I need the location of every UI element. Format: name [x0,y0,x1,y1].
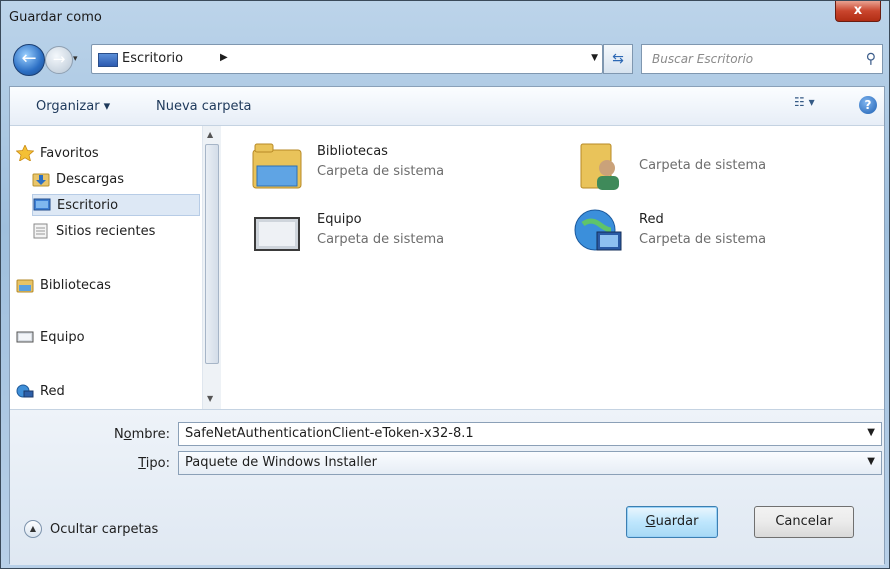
help-icon[interactable]: ? [859,96,877,114]
user-folder-icon [571,138,627,194]
list-item[interactable]: Bibliotecas Carpeta de sistema [249,138,549,198]
nav-item-label: Sitios recientes [56,223,156,239]
download-folder-icon [32,171,50,187]
save-as-dialog: Guardar como x ← → ▾ Escritorio ▶ ▼ ⇆ Bu… [0,0,890,569]
nav-item-libraries[interactable]: Bibliotecas [16,274,186,296]
list-item[interactable]: Red Carpeta de sistema [571,206,871,266]
list-item[interactable]: Equipo Carpeta de sistema [249,206,549,266]
address-bar[interactable]: Escritorio ▶ ▼ [91,44,603,74]
navigation-bar: ← → ▾ Escritorio ▶ ▼ ⇆ Buscar Escritorio… [9,42,883,84]
nav-item-computer[interactable]: Equipo [16,326,186,348]
hide-folders-button[interactable]: ▲ Ocultar carpetas [24,520,158,538]
item-description: Carpeta de sistema [317,164,445,179]
new-folder-button[interactable]: Nueva carpeta [156,99,252,114]
search-placeholder: Buscar Escritorio [652,52,754,66]
nav-item-downloads[interactable]: Descargas [32,168,192,190]
desktop-icon [98,53,118,67]
chevron-up-icon: ▲ [24,520,42,538]
organize-button[interactable]: Organizar ▾ [36,99,110,114]
nav-item-label: Red [40,383,65,399]
nav-item-network[interactable]: Red [16,380,186,402]
file-list: Bibliotecas Carpeta de sistema Carpeta d… [221,126,884,409]
desktop-icon [33,197,51,213]
nav-item-label: Escritorio [57,197,119,213]
nav-item-label: Bibliotecas [40,277,111,293]
item-name: Bibliotecas [317,144,388,159]
item-description: Carpeta de sistema [639,158,767,173]
save-options-panel: Nombre: SafeNetAuthenticationClient-eTok… [10,409,884,565]
item-description: Carpeta de sistema [317,232,445,247]
filetype-select[interactable]: Paquete de Windows Installer ▼ [178,451,882,475]
libraries-icon [249,138,305,194]
cancel-button[interactable]: Cancelar [754,506,854,538]
window-title: Guardar como [9,10,102,25]
history-dropdown-icon[interactable]: ▾ [73,54,78,64]
refresh-button[interactable]: ⇆ [603,44,633,74]
close-button[interactable]: x [835,1,881,22]
navigation-pane: Favoritos Descargas Escritorio Sitios re… [10,126,202,409]
item-name: Equipo [317,212,362,227]
item-name: Red [639,212,664,227]
nav-pane-scrollbar[interactable]: ▲ ▼ [202,126,221,409]
chevron-down-icon[interactable]: ▼ [867,456,875,467]
recent-places-icon [32,223,50,239]
back-button[interactable]: ← [13,44,45,76]
scroll-down-icon[interactable]: ▼ [207,394,213,403]
network-icon [571,206,627,262]
save-button[interactable]: Guardar [626,506,718,538]
hide-folders-label: Ocultar carpetas [50,521,159,537]
title-bar[interactable]: Guardar como x [1,1,889,35]
network-icon [16,383,34,399]
scroll-up-icon[interactable]: ▲ [207,130,213,139]
address-dropdown-icon[interactable]: ▼ [591,53,598,63]
star-icon [15,144,35,162]
scrollbar-thumb[interactable] [205,144,219,364]
chevron-down-icon[interactable]: ▼ [867,427,875,438]
filename-label: Nombre: [113,427,170,442]
nav-item-label: Descargas [56,171,125,187]
computer-icon [16,329,34,345]
view-options-icon[interactable]: ☷ ▾ [794,95,815,109]
address-location[interactable]: Escritorio [122,51,183,66]
filetype-value: Paquete de Windows Installer [185,455,377,470]
list-item[interactable]: Carpeta de sistema [571,138,871,198]
command-bar: Organizar ▾ Nueva carpeta ☷ ▾ ? [10,87,884,126]
search-input[interactable]: Buscar Escritorio ⚲ [641,44,883,74]
filetype-label: Tipo: [138,456,170,471]
chevron-right-icon[interactable]: ▶ [220,52,228,63]
nav-item-desktop[interactable]: Escritorio [32,194,200,216]
dialog-body: Organizar ▾ Nueva carpeta ☷ ▾ ? Favorito… [9,86,885,565]
nav-item-recent-places[interactable]: Sitios recientes [32,220,200,242]
filename-value[interactable]: SafeNetAuthenticationClient-eToken-x32-8… [185,426,474,441]
forward-button[interactable]: → [45,46,73,74]
nav-item-label: Favoritos [40,145,99,161]
libraries-icon [16,277,34,293]
item-description: Carpeta de sistema [639,232,767,247]
computer-icon [249,206,305,262]
nav-item-favorites[interactable]: Favoritos [15,142,186,164]
search-icon[interactable]: ⚲ [866,51,876,67]
nav-item-label: Equipo [40,329,85,345]
filename-field[interactable]: SafeNetAuthenticationClient-eToken-x32-8… [178,422,882,446]
